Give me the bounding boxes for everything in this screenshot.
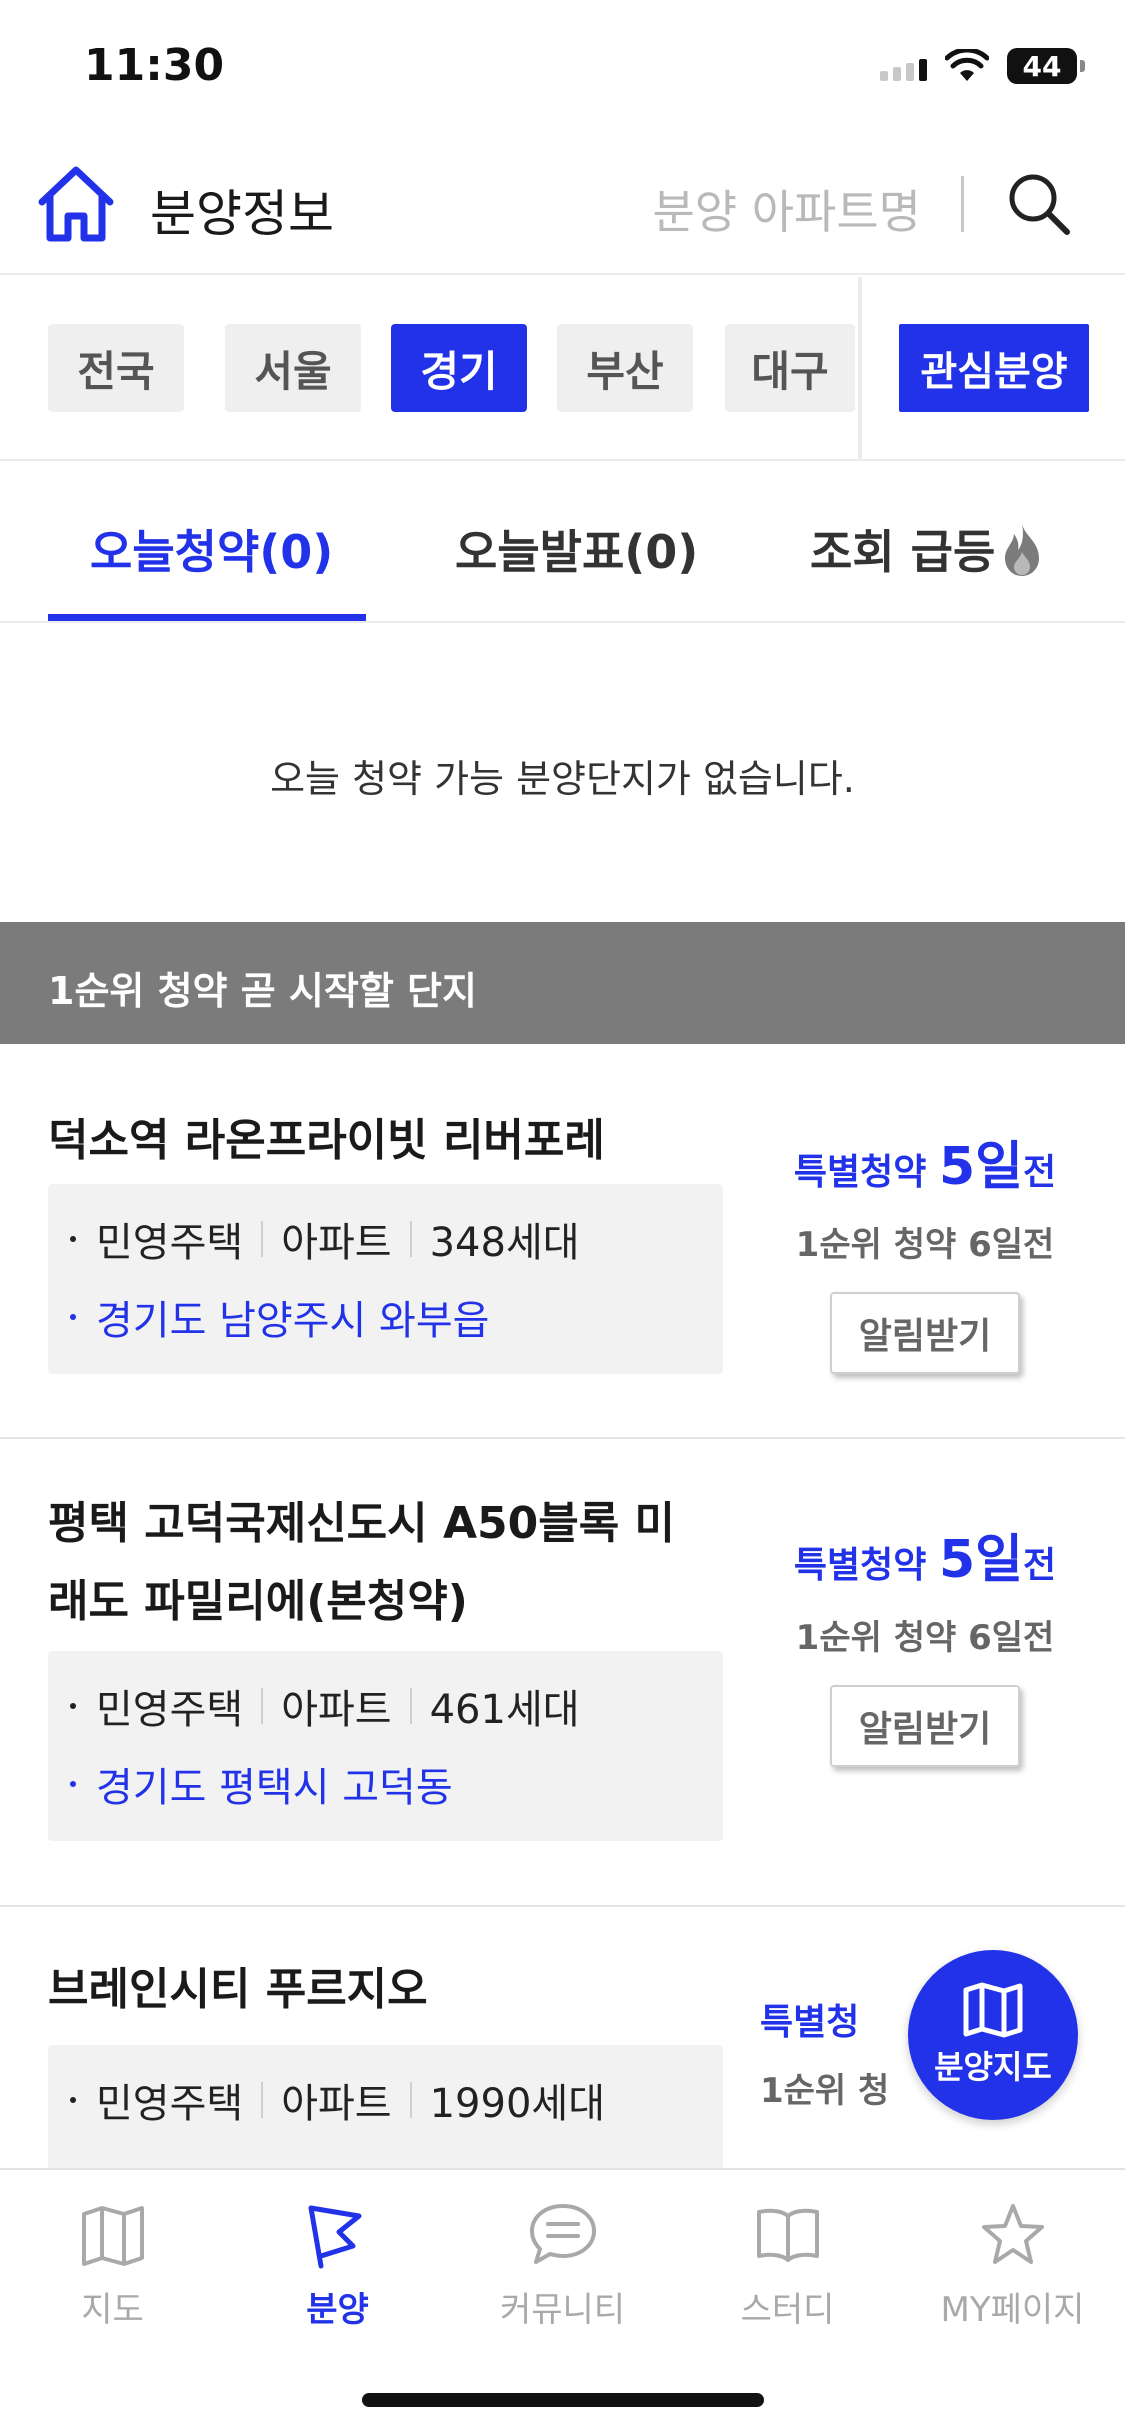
listing-type-row: 민영주택 아파트 461세대 <box>70 1677 580 1735</box>
divider <box>409 1688 412 1724</box>
region-chip-gyeonggi[interactable]: 경기 <box>391 324 527 412</box>
empty-message: 오늘 청약 가능 분양단지가 없습니다. <box>270 757 855 801</box>
listing-info-box: 민영주택 아파트 1990세대 <box>48 2045 723 2168</box>
nav-item-map[interactable]: 지도 <box>0 2200 225 2331</box>
nav-item-presale[interactable]: 분양 <box>225 2200 450 2331</box>
nav-item-study[interactable]: 스터디 <box>675 2200 900 2331</box>
chat-bubble-icon <box>529 2204 596 2264</box>
region-divider <box>858 277 862 461</box>
listing-name: 평택 고덕국제신도시 A50블록 미래도 파밀리에(본청약) <box>48 1498 675 1627</box>
bullet-icon <box>70 1314 76 1320</box>
bullet-icon <box>70 2097 76 2103</box>
tab-today-announcement[interactable]: 오늘발표(0) <box>455 516 698 582</box>
listing-address-row: 경기도 남양주시 와부읍 <box>70 1288 489 1346</box>
book-icon <box>756 2208 819 2262</box>
listing-name: 브레인시티 푸르지오 <box>48 1964 428 2015</box>
notify-button[interactable]: 알림받기 <box>830 1292 1020 1374</box>
star-icon <box>981 2204 1044 2264</box>
tab-active-indicator <box>48 614 366 621</box>
rank1-subscription-label: 1순위 청약 6일전 <box>795 1225 1055 1265</box>
listing-info-box: 민영주택 아파트 348세대 경기도 남양주시 와부읍 <box>48 1184 723 1374</box>
tab-today-subscription[interactable]: 오늘청약(0) <box>90 516 333 582</box>
map-fab-button[interactable]: 분양지도 <box>908 1950 1078 2120</box>
listing-house-type: 아파트 <box>281 1687 392 1733</box>
tab-trending[interactable]: 조회 급등 <box>810 516 1045 582</box>
tab-bar: 오늘청약(0) 오늘발표(0) 조회 급등 <box>0 461 1125 623</box>
listing-type-row: 민영주택 아파트 348세대 <box>70 1210 580 1268</box>
flame-icon <box>1005 524 1040 576</box>
divider <box>409 2082 412 2118</box>
flag-icon <box>308 2205 361 2269</box>
listing-type-row: 민영주택 아파트 1990세대 <box>70 2071 605 2129</box>
nav-label: 지도 <box>81 2290 144 2330</box>
listing-units: 348세대 <box>429 1220 580 1266</box>
status-icons: 44 <box>880 48 1085 84</box>
section-header: 1순위 청약 곧 시작할 단지 <box>0 922 1125 1044</box>
search-input[interactable]: 분양 아파트명 <box>652 176 921 242</box>
listing-house-type: 아파트 <box>281 1220 392 1266</box>
listing-supply-type: 민영주택 <box>96 2081 244 2127</box>
map-icon <box>963 1982 1023 2038</box>
wifi-icon <box>945 49 989 81</box>
home-icon[interactable] <box>34 162 118 246</box>
listing-units: 1990세대 <box>429 2081 606 2127</box>
bullet-icon <box>70 1703 76 1709</box>
listing-schedule: 특별청약 5일전 1순위 청약 6일전 알림받기 <box>780 1124 1070 1374</box>
rank1-subscription-label: 1순위 청 <box>760 2071 890 2111</box>
listing-name: 덕소역 라온프라이빗 리버포레 <box>48 1115 605 1166</box>
favorites-button[interactable]: 관심분양 <box>899 324 1089 412</box>
region-chip-daegu[interactable]: 대구 <box>725 324 855 412</box>
listing-schedule: 특별청약 5일전 1순위 청약 6일전 알림받기 <box>780 1517 1070 1767</box>
nav-label: 분양 <box>306 2290 369 2330</box>
status-time: 11:30 <box>84 40 225 91</box>
home-indicator <box>362 2393 764 2407</box>
rank1-subscription-label: 1순위 청약 6일전 <box>795 1618 1055 1658</box>
nav-label: 커뮤니티 <box>499 2290 626 2330</box>
header: 분양정보 분양 아파트명 <box>0 140 1125 275</box>
listing-address-row: 경기도 평택시 고덕동 <box>70 1755 453 1813</box>
divider <box>261 1221 264 1257</box>
map-icon <box>81 2206 144 2266</box>
tab-trending-label: 조회 급등 <box>810 525 996 579</box>
status-bar: 11:30 44 <box>0 0 1125 140</box>
region-chip-busan[interactable]: 부산 <box>557 324 693 412</box>
notify-button[interactable]: 알림받기 <box>830 1685 1020 1767</box>
listing-house-type: 아파트 <box>281 2081 392 2127</box>
section-title: 1순위 청약 곧 시작할 단지 <box>48 969 477 1013</box>
battery-icon: 44 <box>1007 48 1085 84</box>
search-icon[interactable] <box>1005 170 1073 238</box>
region-filter: 전국 서울 경기 부산 대구 관심분양 <box>0 277 1125 461</box>
listing-address: 경기도 평택시 고덕동 <box>96 1765 453 1811</box>
listing-supply-type: 민영주택 <box>96 1220 244 1266</box>
listing-info-box: 민영주택 아파트 461세대 경기도 평택시 고덕동 <box>48 1651 723 1841</box>
region-chip-all[interactable]: 전국 <box>48 324 184 412</box>
listing-card[interactable]: 평택 고덕국제신도시 A50블록 미래도 파밀리에(본청약) 민영주택 아파트 … <box>0 1439 1125 1907</box>
region-chip-seoul[interactable]: 서울 <box>225 324 361 412</box>
divider <box>261 2082 264 2118</box>
nav-item-community[interactable]: 커뮤니티 <box>450 2200 675 2331</box>
signal-icon <box>880 51 927 81</box>
listing-supply-type: 민영주택 <box>96 1687 244 1733</box>
listing-card[interactable]: 덕소역 라온프라이빗 리버포레 민영주택 아파트 348세대 경기도 남양주시 … <box>0 1044 1125 1439</box>
special-subscription-label: 특별청약 5일전 <box>793 1137 1057 1197</box>
nav-label: MY페이지 <box>940 2290 1085 2330</box>
nav-label: 스터디 <box>740 2290 835 2330</box>
listing-address: 경기도 남양주시 와부읍 <box>96 1298 490 1344</box>
divider <box>261 1688 264 1724</box>
page-title: 분양정보 <box>150 185 334 243</box>
header-divider <box>961 176 964 232</box>
map-fab-label: 분양지도 <box>934 2048 1052 2086</box>
special-subscription-label: 특별청약 5일전 <box>793 1530 1057 1590</box>
listing-units: 461세대 <box>429 1687 580 1733</box>
nav-item-mypage[interactable]: MY페이지 <box>900 2200 1125 2331</box>
divider <box>409 1221 412 1257</box>
bullet-icon <box>70 1781 76 1787</box>
bullet-icon <box>70 1236 76 1242</box>
